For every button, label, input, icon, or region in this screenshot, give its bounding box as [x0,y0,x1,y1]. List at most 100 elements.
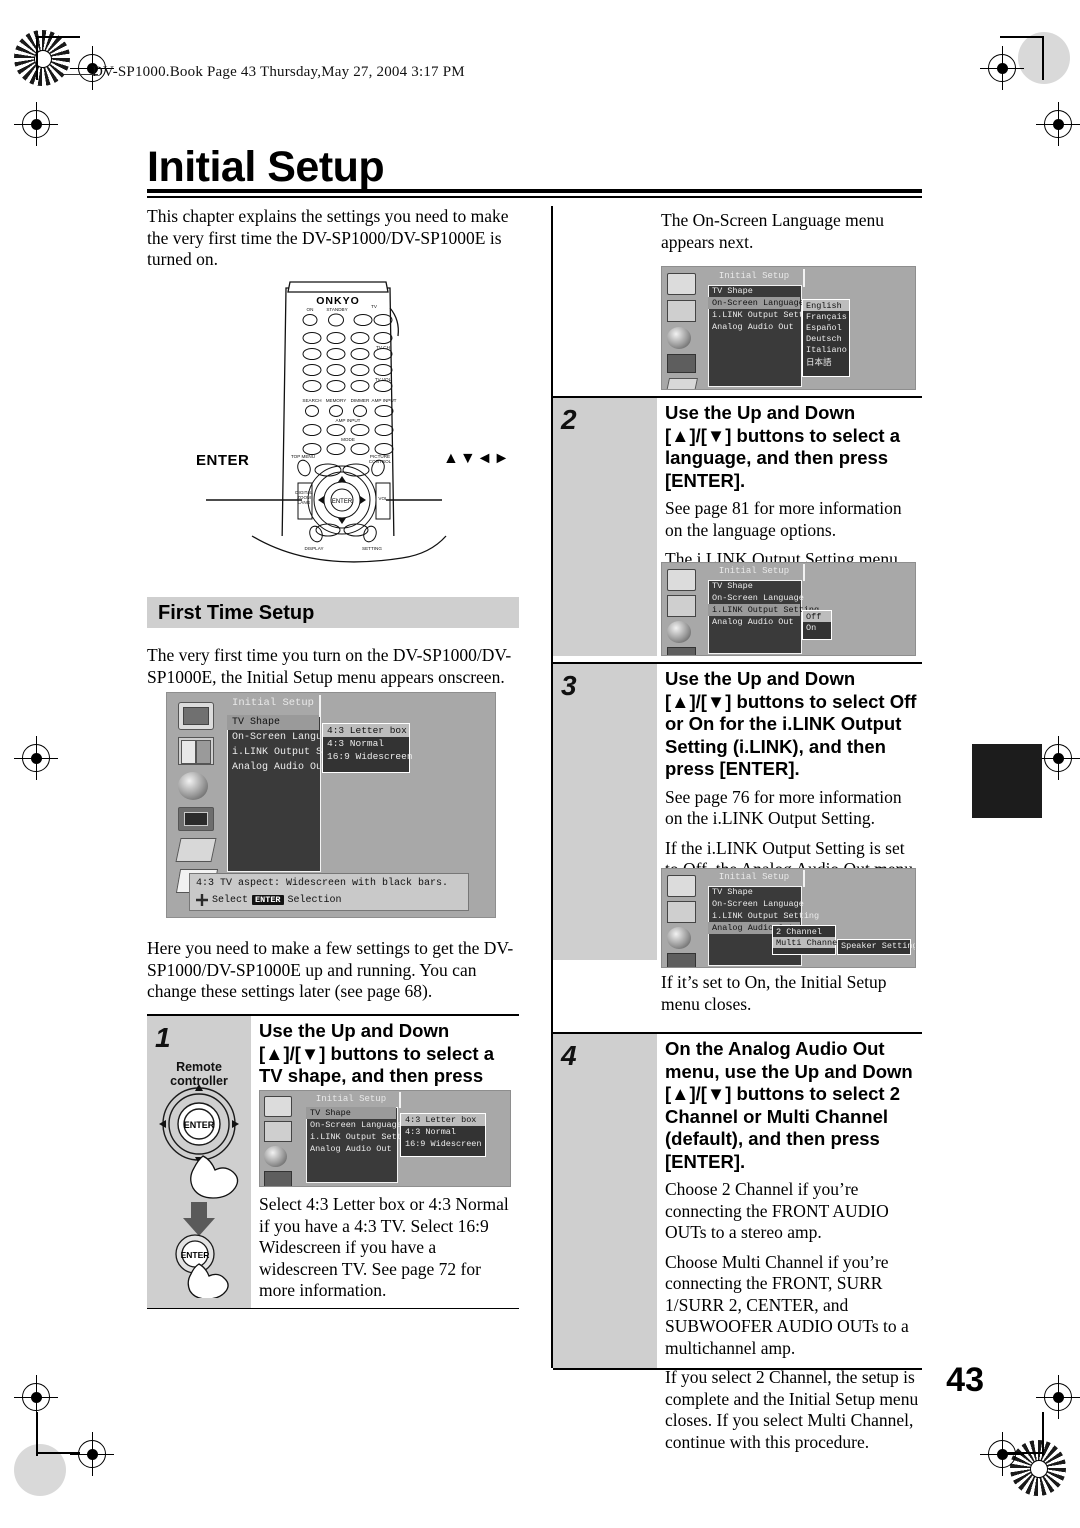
registration-mark-center-left [14,736,58,780]
osd-menu-item-tv-shape[interactable]: TV Shape [227,715,319,730]
osd-ilink-option-on[interactable]: On [803,622,831,633]
osd-help-bar: 4:3 TV aspect: Widescreen with black bar… [189,873,469,911]
step4-number: 4 [561,1040,577,1071]
osd-sidebar-icons-ilink [667,569,696,655]
chapter-intro-text: This chapter explains the settings you n… [147,206,509,269]
speakers-icon [178,736,215,765]
osd-sidebar-icons [175,701,219,893]
osd-screenshot-step1: Initial Setup TV Shape On-Screen Languag… [259,1090,511,1187]
osd-ilink-option-off[interactable]: Off [803,611,831,622]
registration-mark-top-right [980,46,1024,90]
step4-number-cell [553,1034,657,1368]
osd-language-option-espanol[interactable]: Español [803,322,849,333]
osd-menu-item-on-screen-language[interactable]: On-Screen Language [708,592,804,604]
osd-title-divider [319,695,321,717]
crop-mark-bottom-right [1000,1452,1044,1454]
osd-menu-item-on-screen-language[interactable]: On-Screen Language [708,297,804,309]
osd-help-text: 4:3 TV aspect: Widescreen with black bar… [196,878,449,889]
svg-text:TV CH: TV CH [376,345,390,350]
osd-language-option-francais[interactable]: Français [803,311,849,322]
crop-mark-bottom-left [36,1452,80,1454]
speakers-icon [667,901,696,923]
player-icon [667,354,696,373]
osd-submenu-option-letterbox[interactable]: 4:3 Letter box [401,1114,485,1126]
osd-submenu-option-normal[interactable]: 4:3 Normal [401,1126,485,1138]
speakers-icon [667,595,696,617]
osd-menu-item-on-screen-language[interactable]: On-Screen Language [227,730,340,745]
running-head: DV-SP1000.Book Page 43 Thursday,May 27, … [92,64,465,80]
osd-menu-title: Initial Setup [232,697,314,709]
remote-controller-illustration: ONKYO ENTER ON STANDBY TV TV CH TV VOL S… [190,278,490,570]
registration-mark-low-left [14,1375,58,1419]
osd-menu-item-analog-audio-out[interactable]: Analog Audio Out [306,1143,396,1155]
speakers-icon [667,300,696,322]
tv-icon [667,273,696,295]
osd-screenshot-analog-audio: Initial Setup TV Shape On-Screen Languag… [661,868,916,968]
svg-text:MEMORY: MEMORY [326,398,347,403]
osd-submenu-option-widescreen[interactable]: 16:9 Widescreen [401,1138,485,1150]
disc-icon [667,927,691,949]
osd-submenu-step1: 4:3 Letter box 4:3 Normal 16:9 Widescree… [400,1113,486,1157]
side-thumb-tab [972,744,1042,818]
osd-language-option-italiano[interactable]: Italiano [803,344,849,355]
osd-menu-item-tv-shape[interactable]: TV Shape [708,886,800,898]
osd-screenshot-language: Initial Setup TV Shape On-Screen Languag… [661,266,916,390]
osd-analog-option-multi-channel[interactable]: Multi Channel [773,937,842,948]
osd-title-divider-step1 [399,1092,401,1108]
keyboard-icon [175,837,218,862]
osd-title-divider-lang [803,269,805,287]
svg-text:ENTER: ENTER [181,1250,210,1260]
section-heading-text: First Time Setup [158,602,315,624]
section-intro-text: The very first time you turn on the DV-S… [147,645,512,687]
crop-mark-top [36,36,80,38]
step2-paragraph-1: See page 81 for more information on the … [665,498,902,540]
osd-title-divider-analog [803,870,805,887]
step4-paragraph-3: If you select 2 Channel, the setup is co… [665,1367,919,1452]
step3-heading: Use the Up and Down [▲]/[▼] buttons to s… [665,668,917,779]
crop-mark-top-right-v [1042,36,1044,80]
tv-icon [667,569,696,591]
enter-callout-label: ENTER [196,452,250,469]
registration-mark-low-right [1036,1375,1080,1419]
step1-bottom-rule [147,1308,519,1309]
svg-text:ON: ON [307,307,314,312]
osd-submenu-option-normal[interactable]: 4:3 Normal [323,737,409,750]
after-screenshot-text: Here you need to make a few settings to … [147,938,514,1001]
osd-language-option-deutsch[interactable]: Deutsch [803,333,849,344]
osd-submenu-option-widescreen[interactable]: 16:9 Widescreen [323,750,413,763]
osd-footer-selection-label: Selection [287,894,342,906]
osd-menu-item-on-screen-language[interactable]: On-Screen Language [708,898,804,910]
osd-analog-option-2-channel[interactable]: 2 Channel [773,926,835,937]
step3-number: 3 [561,670,577,701]
osd-menu-item-ilink-output-setting[interactable]: i.LINK Output Setting [708,309,819,321]
osd-menu-item-analog-audio-out[interactable]: Analog Audio Out [708,616,800,628]
step2-heading: Use the Up and Down [▲]/[▼] buttons to s… [665,402,900,491]
svg-text:ENTER: ENTER [332,499,353,505]
osd-menu-item-ilink-output-setting[interactable]: i.LINK Output Setting [708,604,819,616]
page-number-rule [553,1368,922,1370]
keyboard-icon [664,378,699,389]
manual-page: DV-SP1000.Book Page 43 Thursday,May 27, … [0,0,1080,1528]
step4-heading: On the Analog Audio Out menu, use the Up… [665,1038,913,1172]
osd-submenu-language: English Français Español Deutsch Italian… [802,299,850,377]
tv-icon [264,1096,292,1117]
osd-menu-item-ilink-output-setting[interactable]: i.LINK Output Setting [708,910,819,922]
title-rule-thick [147,189,922,193]
osd-submenu-option-letterbox[interactable]: 4:3 Letter box [323,724,409,737]
osd-menu-item-tv-shape[interactable]: TV Shape [306,1107,396,1119]
step2-number: 2 [561,404,577,435]
osd-menu-item-tv-shape[interactable]: TV Shape [708,285,800,297]
osd-language-option-english[interactable]: English [803,300,849,311]
osd-menu-item-analog-audio-out[interactable]: Analog Audio Out [227,760,328,775]
osd-menu-item-ilink-output-setting[interactable]: i.LINK Output Setting [227,745,358,760]
osd-language-option-japanese[interactable]: 日本語 [803,355,849,368]
osd-speaker-setting-button[interactable]: Speaker Setting [837,939,915,955]
osd-menu-item-tv-shape[interactable]: TV Shape [708,580,800,592]
osd-speaker-setting-label[interactable]: Speaker Setting [838,940,915,951]
disc-icon [667,621,691,643]
page-number: 43 [946,1361,984,1399]
svg-text:DISPLAY: DISPLAY [304,546,323,551]
osd-menu-item-on-screen-language[interactable]: On-Screen Language [306,1119,402,1131]
osd-menu-item-ilink-output-setting[interactable]: i.LINK Output Setting [306,1131,417,1143]
osd-menu-item-analog-audio-out[interactable]: Analog Audio Out [708,321,800,333]
